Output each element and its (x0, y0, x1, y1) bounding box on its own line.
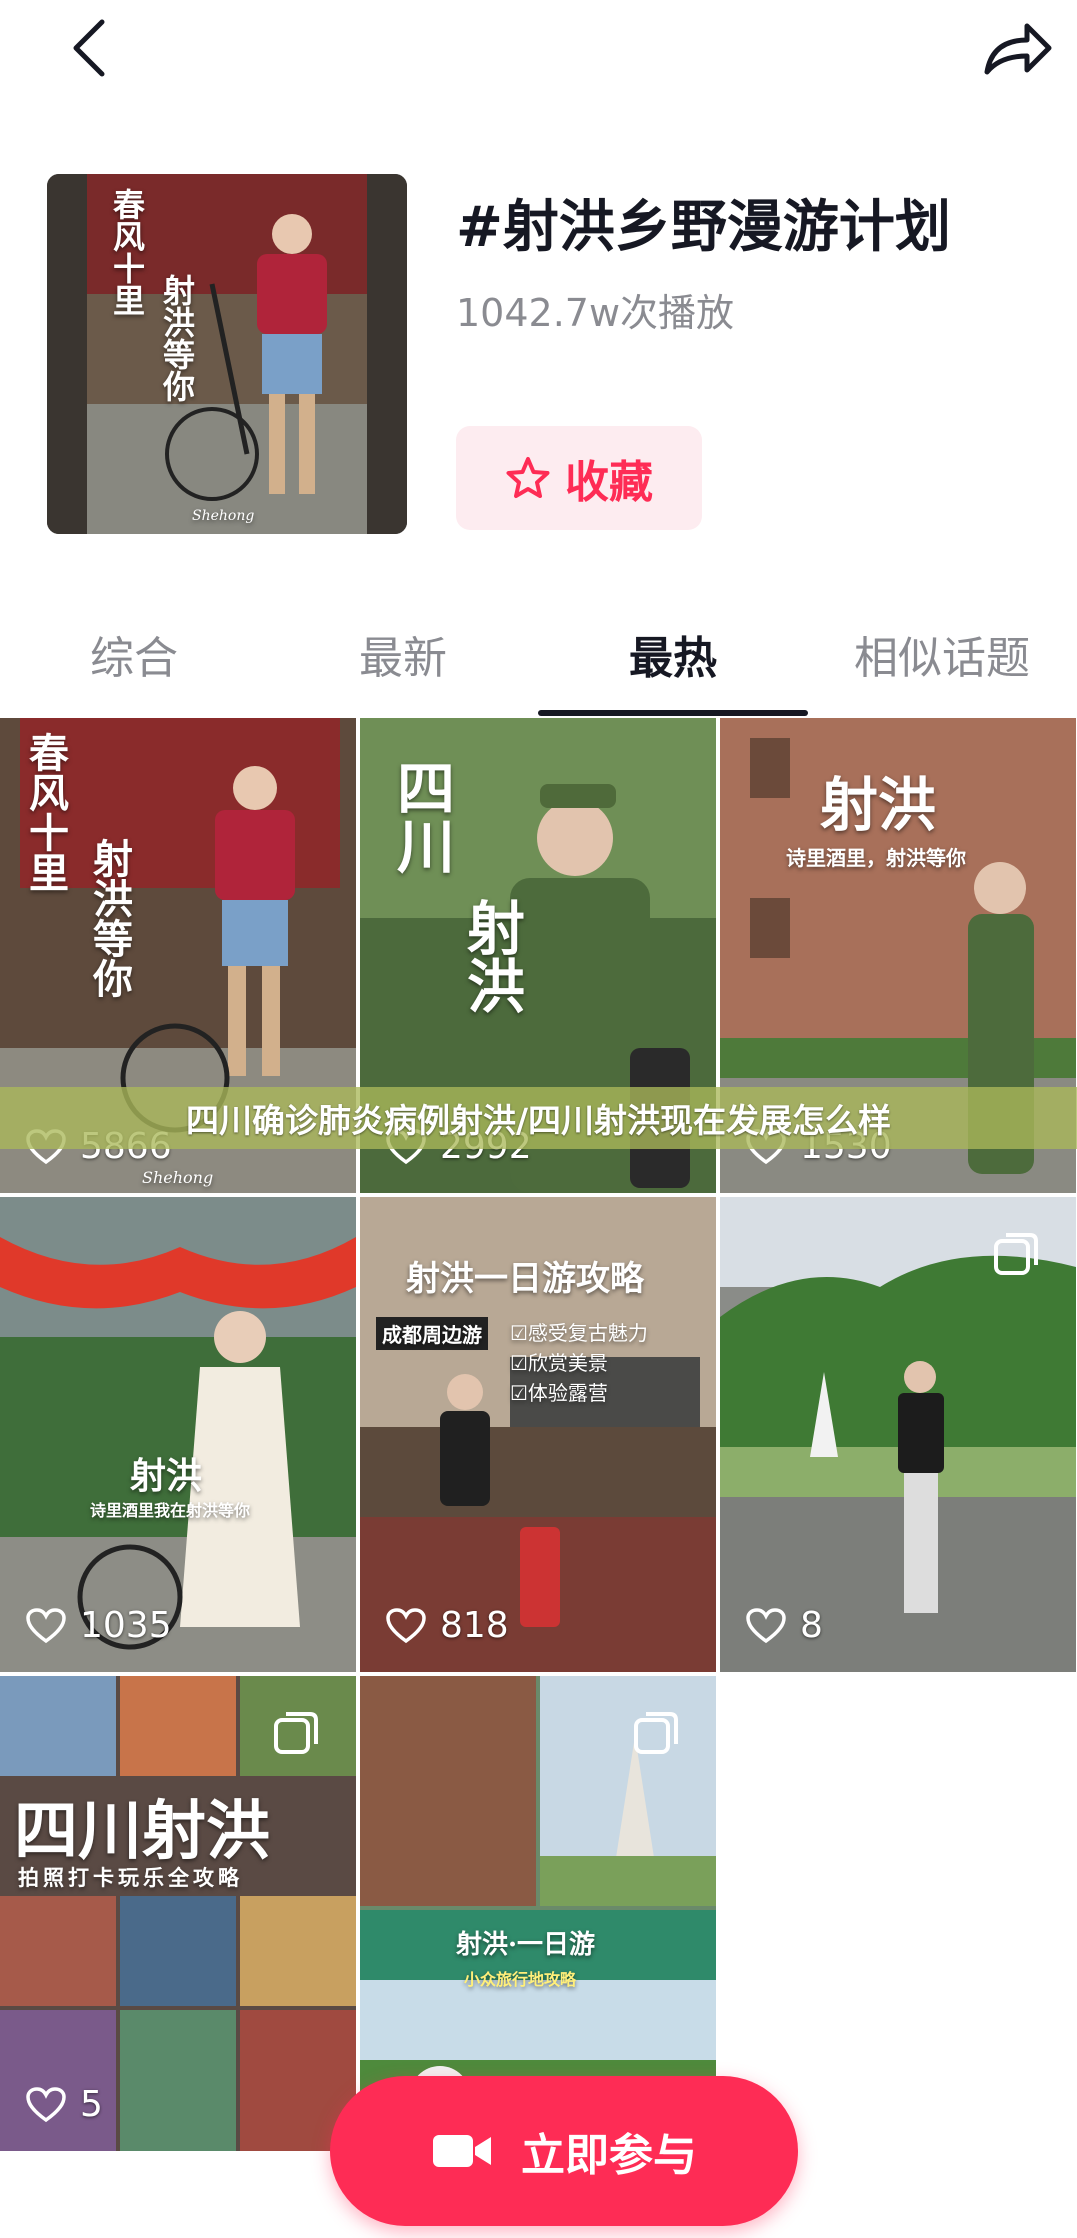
join-button-label: 立即参与 (521, 2130, 697, 2181)
tab-latest[interactable]: 最新 (359, 622, 447, 686)
headline-banner: 四川确诊肺炎病例射洪/四川射洪现在发展怎么样 (0, 1087, 1077, 1149)
back-button[interactable] (60, 14, 130, 84)
video-overlay-text: 成都周边游 (376, 1317, 488, 1350)
video-card[interactable]: 射洪一日游攻略 成都周边游 ☑感受复古魅力 ☑欣赏美景 ☑体验露营 818 (360, 1197, 716, 1672)
heart-icon (386, 1607, 426, 1643)
share-arrow-icon (984, 23, 1052, 75)
topic-cover-image: 春风十里 射洪等你 Shehong (47, 174, 407, 534)
video-overlay-text: 射洪等你 (86, 838, 133, 998)
like-count: 8 (746, 1605, 823, 1646)
join-button[interactable]: 立即参与 (330, 2076, 798, 2226)
video-card[interactable]: 四川射洪 拍照打卡玩乐全攻略 5 (0, 1676, 356, 2151)
video-overlay-text: 射洪 (130, 1455, 203, 1497)
cover-caption: Shehong (192, 508, 255, 524)
favorite-button[interactable]: 收藏 (456, 426, 702, 530)
like-count-value: 1035 (80, 1605, 172, 1646)
like-count: 1035 (26, 1605, 172, 1646)
like-count-value: 818 (440, 1605, 509, 1646)
video-overlay-text: ☑体验露营 (510, 1381, 608, 1405)
video-overlay-text: 四川 (387, 758, 455, 874)
video-overlay-text: 射洪·一日游 (456, 1930, 596, 1960)
multi-image-icon (994, 1233, 1038, 1275)
video-overlay-text: ☑欣赏美景 (510, 1351, 608, 1375)
video-thumbnail (0, 1197, 356, 1672)
favorite-label: 收藏 (565, 457, 653, 508)
video-overlay-text: 春风十里 (22, 732, 69, 892)
back-arrow-icon (73, 19, 105, 77)
video-overlay-text: 小众旅行地攻略 (464, 1970, 577, 1989)
video-card[interactable]: 射洪 诗里酒里我在射洪等你 1035 (0, 1197, 356, 1672)
video-overlay-text: 射洪一日游攻略 (406, 1259, 644, 1299)
multi-image-icon (634, 1712, 678, 1754)
like-count-value: 5 (80, 2084, 103, 2125)
topic-title: #射洪乡野漫游计划 (456, 195, 951, 260)
like-count: 5 (26, 2084, 103, 2125)
video-camera-icon (433, 2135, 491, 2167)
video-overlay-text: 射洪 (820, 771, 937, 839)
play-count: 1042.7w次播放 (456, 291, 735, 335)
tab-bar: 综合 最新 最热 相似话题 (0, 610, 1077, 720)
heart-icon (746, 1607, 786, 1643)
heart-icon (26, 2086, 66, 2122)
video-overlay-text: 诗里酒里，射洪等你 (786, 846, 966, 870)
active-tab-indicator (538, 710, 808, 716)
video-caption: Shehong (142, 1168, 214, 1187)
like-count-value: 8 (800, 1605, 823, 1646)
video-overlay-text: 诗里酒里我在射洪等你 (90, 1501, 251, 1520)
video-card[interactable]: 8 (720, 1197, 1076, 1672)
cover-overlay-text: 春风十里 (108, 188, 146, 316)
heart-icon (26, 1607, 66, 1643)
star-icon (506, 457, 550, 498)
video-overlay-text: 拍照打卡玩乐全攻略 (18, 1865, 243, 1890)
share-button[interactable] (977, 14, 1057, 84)
multi-image-icon (274, 1712, 318, 1754)
topic-header: 春风十里 射洪等你 Shehong #射洪乡野漫游计划 1042.7w次播放 收… (0, 160, 1077, 560)
tab-similar-topics[interactable]: 相似话题 (854, 622, 1030, 686)
tab-overall[interactable]: 综合 (90, 622, 178, 686)
tab-hottest[interactable]: 最热 (629, 622, 717, 686)
video-overlay-text: 四川射洪 (14, 1795, 270, 1869)
like-count: 818 (386, 1605, 509, 1646)
cover-overlay-text: 射洪等你 (158, 274, 196, 402)
video-overlay-text: 射洪 (457, 898, 525, 1014)
video-overlay-text: ☑感受复古魅力 (510, 1321, 648, 1345)
top-bar (0, 0, 1077, 100)
